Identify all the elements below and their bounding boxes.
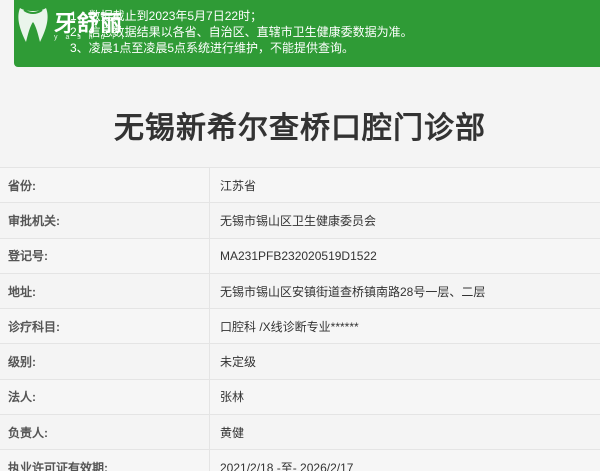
tooth-logo-icon [18,8,48,42]
info-value: 江苏省 [220,178,257,193]
info-label: 级别: [0,344,210,379]
clinic-name-title: 无锡新希尔查桥口腔门诊部 [114,111,486,146]
info-label: 审批机关: [0,203,210,238]
notice-line-3: 3、凌晨1点至凌晨5点系统进行维护，不能提供查询。 [70,41,355,55]
info-row-address: 地址: 无锡市锡山区安镇街道查桥镇南路28号一层、二层 [0,272,600,309]
clinic-info-table: 省份: 江苏省 审批机关: 无锡市锡山区卫生健康委员会 登记号: MA231PF… [0,167,600,471]
info-row-legal-person: 法人: 张林 [0,378,600,415]
info-value: 无锡市锡山区卫生健康委员会 [220,213,377,228]
brand-pinyin: y a s h u l i [54,34,127,41]
info-value: 未定级 [220,355,257,370]
info-row-registration-number: 登记号: MA231PFB232020519D1522 [0,237,600,273]
info-label: 登记号: [0,238,210,273]
info-value: 张林 [220,390,245,405]
brand-logo: 牙舒丽 y a s h u l i [14,4,134,46]
info-value: 2021/2/18 -至- 2026/2/17 [220,461,354,471]
info-label: 诊疗科目: [0,309,210,344]
notice-line-1: 1、数据截止到2023年5月7日22时； [70,9,263,23]
info-value: MA231PFB232020519D1522 [220,248,377,263]
info-row-departments: 诊疗科目: 口腔科 /X线诊断专业****** [0,308,600,344]
info-value: 无锡市锡山区安镇街道查桥镇南路28号一层、二层 [220,284,486,299]
info-label: 执业许可证有效期: [0,450,210,471]
info-label: 负责人: [0,415,210,450]
info-value: 黄健 [220,425,245,440]
info-row-license-validity: 执业许可证有效期: 2021/2/18 -至- 2026/2/17 [0,449,600,471]
notice-line-2: 2、信息数据结果以各省、自治区、直辖市卫生健康委数据为准。 [70,25,413,39]
info-row-level: 级别: 未定级 [0,343,600,379]
info-label: 省份: [0,168,210,203]
info-row-person-in-charge: 负责人: 黄健 [0,414,600,450]
title-section: 无锡新希尔查桥口腔门诊部 [0,67,600,167]
info-row-approval-authority: 审批机关: 无锡市锡山区卫生健康委员会 [0,202,600,238]
info-value: 口腔科 /X线诊断专业****** [220,319,359,334]
info-label: 地址: [0,273,210,309]
info-row-province: 省份: 江苏省 [0,167,600,203]
info-label: 法人: [0,379,210,415]
